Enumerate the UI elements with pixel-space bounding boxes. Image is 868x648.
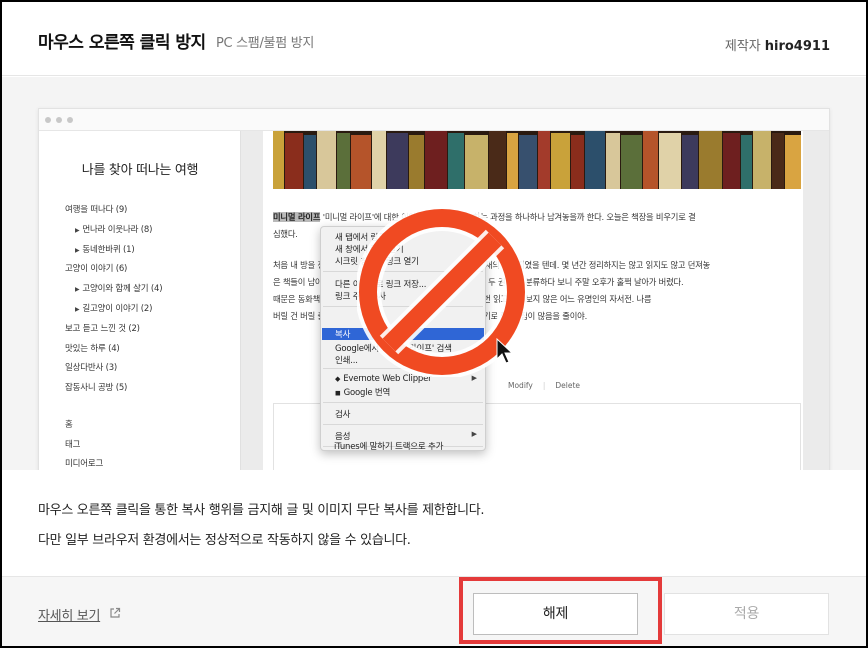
ctx-separator: [323, 402, 483, 403]
dialog-footer: 자세히 보기 해제 적용: [2, 576, 866, 646]
bullet-icon: ▶: [75, 246, 80, 254]
bullet-icon: ▶: [75, 286, 80, 294]
maker-name: hiro4911: [764, 39, 830, 54]
maker-label: 제작자: [724, 39, 761, 54]
nav-link: 태그: [65, 439, 81, 450]
subcategory-item: ▶ 먼나라 이웃나라 (8): [75, 224, 153, 235]
description-line-1: 마우스 오른쪽 클릭을 통한 복사 행위를 금지해 글 및 이미지 무단 복사를…: [38, 503, 485, 518]
submenu-arrow-icon: ▶: [471, 430, 477, 438]
plugin-maker: 제작자 hiro4911: [725, 35, 830, 54]
nav-link: 미디어로그: [65, 459, 104, 469]
subcategory-item: ▶ 동네한바퀴 (1): [75, 244, 135, 255]
delete-link: Delete: [555, 381, 581, 390]
category-item: 일상다반사 (3): [65, 363, 118, 374]
plugin-title: 마우스 오른쪽 클릭 방지: [38, 33, 206, 53]
subcategory-item: ▶ 길고양이 이야기 (2): [75, 304, 153, 314]
post-text-line: 미니멀 라이프 '미니멀 라이프'에 대한 이야기를 하고자 청소하는 과정을 …: [273, 212, 696, 222]
blog-page: 나를 찾아 떠나는 여행 여행을 떠나다 (9) ▶ 먼나라 이웃나라 (8) ▶ 동네…: [39, 131, 829, 470]
category-item: 보고 듣고 느낀 것 (2): [65, 323, 140, 334]
subcategory-item: ▶ 고양이와 함께 살기 (4): [75, 284, 163, 295]
evernote-icon: ◆: [335, 375, 341, 383]
ctx-item: ◼ Google 번역: [335, 388, 391, 398]
highlight-frame: [459, 577, 662, 644]
no-copy-icon: [357, 207, 527, 377]
bullet-icon: ▶: [75, 306, 80, 313]
browser-mockup: 나를 찾아 떠나는 여행 여행을 떠나다 (9) ▶ 먼나라 이웃나라 (8) ▶ 동네…: [38, 108, 830, 470]
plugin-subtitle: PC 스팸/불펌 방지: [216, 36, 315, 51]
bookshelf-image: [273, 131, 801, 189]
category-item: 잡동사니 공방 (5): [65, 383, 128, 394]
bullet-icon: ▶: [75, 226, 80, 234]
ctx-separator: [323, 424, 483, 425]
category-item: 맛있는 하루 (4): [65, 343, 120, 354]
external-link-icon: [110, 607, 121, 618]
ctx-item-copy: 복사: [335, 330, 351, 340]
window-dot-icon: [56, 117, 62, 123]
detail-link[interactable]: 자세히 보기: [38, 605, 100, 624]
blog-title: 나를 찾아 떠나는 여행: [81, 163, 199, 178]
blog-sidebar: 나를 찾아 떠나는 여행 여행을 떠나다 (9) ▶ 먼나라 이웃나라 (8) ▶ 동네…: [39, 131, 241, 470]
modify-link: Modify: [508, 381, 533, 390]
apply-button[interactable]: 적용: [664, 593, 829, 635]
category-item: 여행을 떠나다 (9): [65, 205, 128, 215]
window-dot-icon: [67, 117, 73, 123]
plugin-dialog: 마우스 오른쪽 클릭 방지 PC 스팸/불펌 방지 제작자 hiro4911 나를…: [2, 2, 866, 646]
translate-icon: ◼: [335, 389, 341, 397]
window-dot-icon: [45, 117, 51, 123]
dialog-header: 마우스 오른쪽 클릭 방지 PC 스팸/불펌 방지 제작자 hiro4911: [2, 2, 866, 76]
browser-titlebar: [39, 109, 829, 131]
ctx-item-itunes: iTunes에 말하기 트랙으로 추가: [334, 442, 444, 452]
ctx-item: 인쇄...: [335, 356, 358, 366]
ctx-item: 검사: [335, 410, 351, 420]
category-item: 고양이 이야기 (6): [65, 264, 128, 275]
nav-link: 홈: [65, 420, 73, 430]
description-line-2: 다만 일부 브라우저 환경에서는 정상적으로 작동하지 않을 수 있습니다.: [38, 533, 411, 548]
preview-area: 나를 찾아 떠나는 여행 여행을 떠나다 (9) ▶ 먼나라 이웃나라 (8) ▶ 동네…: [2, 77, 866, 470]
post-actions: Modify | Delete: [508, 381, 581, 390]
